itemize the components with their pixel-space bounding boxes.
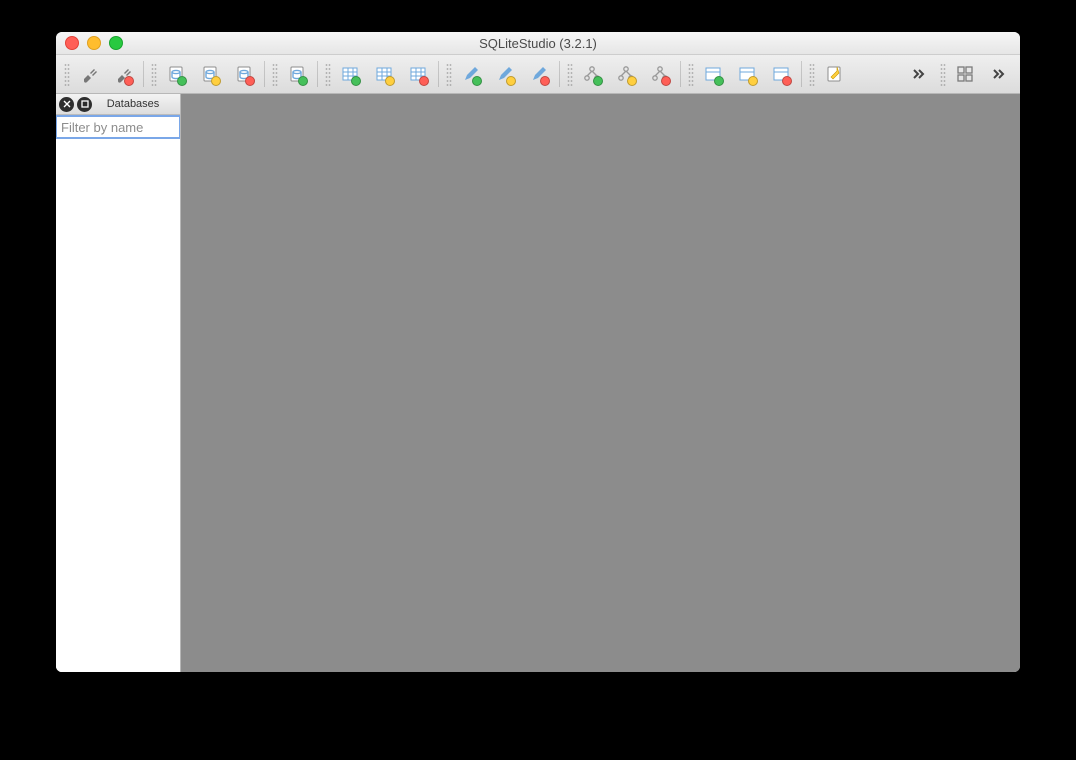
delete-index-button[interactable] (524, 59, 554, 89)
toolbar-separator (143, 61, 144, 87)
delete-trigger-button[interactable] (645, 59, 675, 89)
edit-badge-icon (506, 76, 516, 86)
create-view-button[interactable] (698, 59, 728, 89)
plus-badge-icon (472, 76, 482, 86)
minus-badge-icon (419, 76, 429, 86)
toolbar-grip[interactable] (688, 62, 694, 86)
toolbar-grip[interactable] (64, 62, 70, 86)
edit-table-button[interactable] (369, 59, 399, 89)
minus-badge-icon (782, 76, 792, 86)
toolbar-overflow-button[interactable] (984, 59, 1014, 89)
minus-badge-icon (540, 76, 550, 86)
databases-panel: Databases (56, 94, 181, 672)
window-body: Databases (56, 94, 1020, 672)
toolbar-separator (680, 61, 681, 87)
window-controls (56, 36, 123, 50)
toolbar-grip[interactable] (809, 62, 815, 86)
toolbar-separator (317, 61, 318, 87)
toolbar-separator (801, 61, 802, 87)
plus-badge-icon (351, 76, 361, 86)
delete-view-button[interactable] (766, 59, 796, 89)
panel-undock-button[interactable] (77, 97, 92, 112)
databases-panel-title: Databases (92, 98, 180, 110)
delete-table-button[interactable] (403, 59, 433, 89)
toolbar-separator (559, 61, 560, 87)
app-window: SQLiteStudio (3.2.1) (56, 32, 1020, 672)
database-filter-input[interactable] (56, 115, 180, 139)
panel-close-button[interactable] (59, 97, 74, 112)
toolbar-grip[interactable] (325, 62, 331, 86)
plus-badge-icon (714, 76, 724, 86)
database-tree[interactable] (56, 139, 180, 672)
disconnect-badge-icon (124, 76, 134, 86)
toolbar-grip[interactable] (940, 62, 946, 86)
edit-database-button[interactable] (195, 59, 225, 89)
edit-badge-icon (627, 76, 637, 86)
edit-index-button[interactable] (490, 59, 520, 89)
minus-badge-icon (245, 76, 255, 86)
edit-badge-icon (748, 76, 758, 86)
main-toolbar (56, 55, 1020, 94)
toolbar-grip[interactable] (272, 62, 278, 86)
edit-trigger-button[interactable] (611, 59, 641, 89)
toolbar-separator (438, 61, 439, 87)
remove-database-button[interactable] (229, 59, 259, 89)
minus-badge-icon (661, 76, 671, 86)
edit-badge-icon (211, 76, 221, 86)
plus-badge-icon (593, 76, 603, 86)
add-database-button[interactable] (161, 59, 191, 89)
toolbar-grip[interactable] (446, 62, 452, 86)
create-table-button[interactable] (335, 59, 365, 89)
zoom-window-button[interactable] (109, 36, 123, 50)
create-index-button[interactable] (456, 59, 486, 89)
connect-button[interactable] (74, 59, 104, 89)
close-window-button[interactable] (65, 36, 79, 50)
edit-view-button[interactable] (732, 59, 762, 89)
minimize-window-button[interactable] (87, 36, 101, 50)
mdi-area (181, 94, 1020, 672)
toolbar-overflow-button[interactable] (904, 59, 934, 89)
plus-badge-icon (298, 76, 308, 86)
import-database-button[interactable] (282, 59, 312, 89)
toolbar-separator (264, 61, 265, 87)
window-title: SQLiteStudio (3.2.1) (56, 36, 1020, 51)
create-trigger-button[interactable] (577, 59, 607, 89)
disconnect-button[interactable] (108, 59, 138, 89)
edit-badge-icon (385, 76, 395, 86)
titlebar: SQLiteStudio (3.2.1) (56, 32, 1020, 55)
plus-badge-icon (177, 76, 187, 86)
open-sql-editor-button[interactable] (819, 59, 849, 89)
databases-panel-header: Databases (56, 94, 180, 115)
window-layout-button[interactable] (950, 59, 980, 89)
toolbar-grip[interactable] (567, 62, 573, 86)
toolbar-grip[interactable] (151, 62, 157, 86)
